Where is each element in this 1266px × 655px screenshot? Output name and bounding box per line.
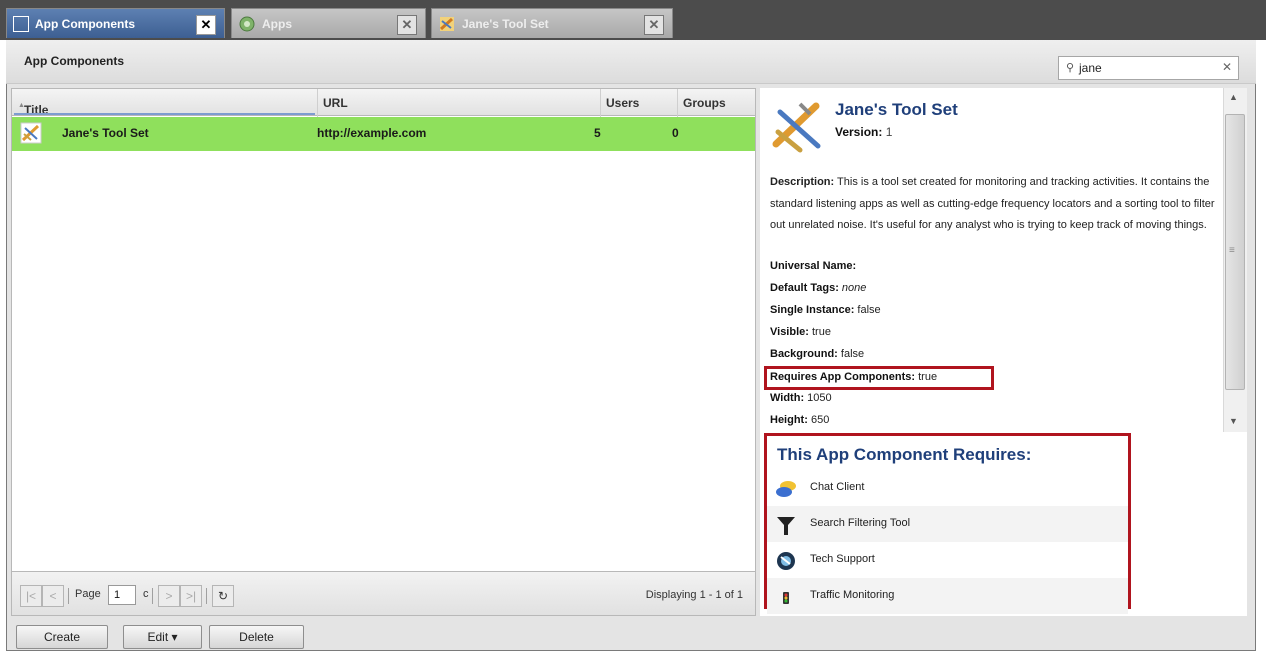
chat-client-icon bbox=[776, 481, 796, 497]
default-tags-line: Default Tags: none bbox=[770, 282, 867, 294]
tab-close-icon[interactable]: ✕ bbox=[397, 15, 417, 35]
tab-label: Apps bbox=[262, 16, 292, 31]
paging-status: Displaying 1 - 1 of 1 bbox=[645, 589, 743, 601]
cell-url: http://example.com bbox=[317, 126, 427, 140]
tab-close-icon[interactable]: ✕ bbox=[196, 15, 216, 35]
list-item-label: Tech Support bbox=[810, 553, 875, 565]
search-icon: ⚲ bbox=[1066, 62, 1075, 74]
prev-page-icon[interactable]: < bbox=[42, 585, 64, 607]
column-header-groups[interactable]: Groups bbox=[677, 89, 757, 117]
cell-users: 5 bbox=[594, 126, 601, 140]
list-item[interactable]: Search Filtering Tool bbox=[767, 506, 1128, 542]
apps-icon bbox=[239, 16, 255, 31]
list-item-label: Chat Client bbox=[810, 481, 865, 493]
table-row[interactable]: Jane's Tool Set http://example.com 5 0 bbox=[12, 117, 755, 151]
column-users-label: Users bbox=[606, 96, 640, 110]
single-instance-line: Single Instance: false bbox=[770, 304, 881, 316]
description-text: This is a tool set created for monitorin… bbox=[770, 176, 1215, 232]
funnel-icon bbox=[777, 517, 795, 535]
tab-label: App Components bbox=[35, 16, 135, 31]
tab-checkbox-icon bbox=[13, 15, 29, 32]
column-groups-label: Groups bbox=[683, 96, 726, 110]
search-input[interactable]: ⚲ jane ✕ bbox=[1058, 56, 1239, 80]
list-item[interactable]: Chat Client bbox=[767, 470, 1128, 506]
tab-janes-tool-set[interactable]: Jane's Tool Set ✕ bbox=[431, 8, 673, 38]
cell-groups: 0 bbox=[672, 126, 679, 140]
page-input[interactable]: 1 bbox=[108, 585, 136, 605]
tab-apps[interactable]: Apps ✕ bbox=[231, 8, 426, 38]
divider bbox=[68, 588, 69, 604]
list-item-label: Traffic Monitoring bbox=[810, 589, 895, 601]
divider bbox=[206, 588, 207, 604]
next-page-icon[interactable]: > bbox=[158, 585, 180, 607]
grid-header: Title ▲ URL Users Groups bbox=[11, 88, 757, 117]
background-line: Background: false bbox=[770, 348, 865, 360]
description-label: Description: bbox=[770, 176, 835, 188]
tool-set-icon bbox=[439, 16, 454, 31]
page-of-label: c bbox=[143, 588, 149, 600]
last-page-icon[interactable]: >| bbox=[180, 585, 202, 607]
visible-line: Visible: true bbox=[770, 326, 831, 338]
universal-name-line: Universal Name: bbox=[770, 260, 857, 272]
first-page-icon[interactable]: |< bbox=[20, 585, 42, 607]
edit-button[interactable]: Edit ▾ bbox=[123, 625, 202, 649]
page-label: Page bbox=[75, 588, 101, 600]
column-header-users[interactable]: Users bbox=[600, 89, 678, 117]
list-item[interactable]: Traffic Monitoring bbox=[767, 578, 1128, 614]
tech-support-icon bbox=[777, 552, 795, 570]
column-header-title[interactable]: Title ▲ bbox=[12, 89, 318, 117]
height-line: Height: 650 bbox=[770, 414, 830, 426]
requires-highlight-box bbox=[764, 366, 994, 390]
details-title: Jane's Tool Set bbox=[835, 100, 958, 119]
refresh-icon[interactable]: ↻ bbox=[212, 585, 234, 607]
scroll-up-icon[interactable]: ▲ bbox=[1229, 92, 1238, 102]
clear-search-icon[interactable]: ✕ bbox=[1222, 60, 1232, 74]
cell-title: Jane's Tool Set bbox=[62, 126, 149, 140]
tab-label: Jane's Tool Set bbox=[462, 16, 549, 31]
tab-app-components[interactable]: App Components ✕ bbox=[6, 8, 225, 38]
delete-button[interactable]: Delete bbox=[209, 625, 304, 649]
version-value: 1 bbox=[885, 125, 893, 139]
tab-close-icon[interactable]: ✕ bbox=[644, 15, 664, 35]
column-title-label: Title bbox=[24, 103, 49, 117]
create-button[interactable]: Create bbox=[16, 625, 108, 649]
scroll-grip-icon: ≡ bbox=[1229, 245, 1235, 256]
tool-set-icon bbox=[772, 102, 821, 153]
column-header-url[interactable]: URL bbox=[317, 89, 601, 117]
details-description: Description: This is a tool set created … bbox=[770, 172, 1222, 237]
components-grid bbox=[11, 88, 756, 572]
search-value: jane bbox=[1079, 61, 1102, 75]
list-item-label: Search Filtering Tool bbox=[810, 517, 911, 529]
divider bbox=[152, 588, 153, 604]
requires-box: This App Component Requires: Chat Client… bbox=[764, 433, 1131, 614]
panel-title: App Components bbox=[24, 54, 124, 68]
column-url-label: URL bbox=[323, 96, 348, 110]
details-version: Version: 1 bbox=[835, 125, 892, 139]
list-item[interactable]: Tech Support bbox=[767, 542, 1128, 578]
width-line: Width: 1050 bbox=[770, 392, 832, 404]
traffic-light-icon bbox=[783, 592, 789, 604]
tool-set-icon bbox=[20, 122, 42, 144]
paging-toolbar: |< < Page 1 c > >| ↻ Displaying 1 - 1 of… bbox=[11, 572, 756, 616]
scrollbar-thumb[interactable] bbox=[1225, 114, 1245, 390]
requires-title: This App Component Requires: bbox=[777, 445, 1032, 464]
version-label: Version: bbox=[835, 125, 883, 139]
scroll-down-icon[interactable]: ▼ bbox=[1229, 416, 1238, 426]
